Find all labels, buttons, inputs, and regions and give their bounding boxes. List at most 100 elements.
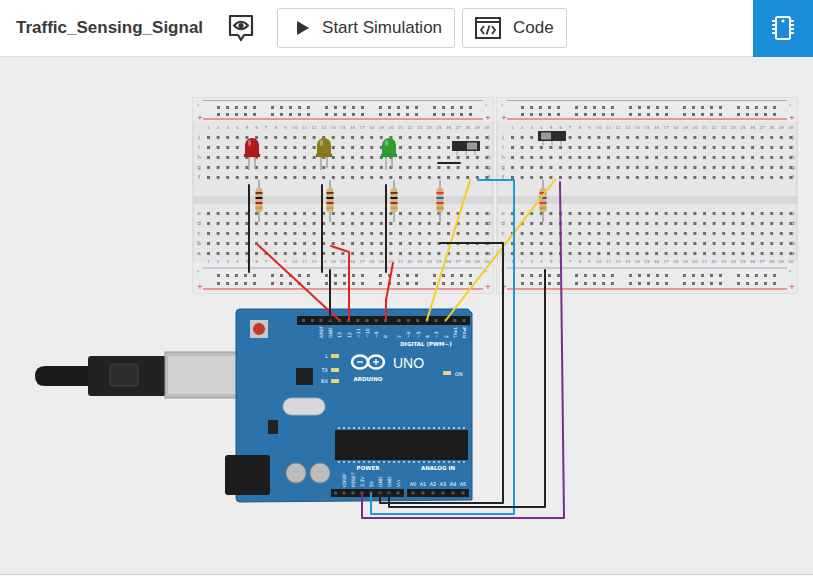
svg-text:24: 24 — [427, 259, 433, 264]
resistor[interactable] — [391, 180, 398, 222]
usb-cable[interactable] — [35, 352, 243, 398]
svg-text:26: 26 — [750, 259, 756, 264]
pin-label: 7 — [397, 335, 402, 338]
pin-label: ~3 — [434, 331, 439, 338]
components-panel-button[interactable] — [753, 0, 813, 57]
svg-text:d: d — [197, 220, 201, 226]
reset-button[interactable] — [250, 320, 268, 338]
arduino-logo-icon — [352, 356, 384, 369]
pin-label: 4 — [425, 335, 430, 338]
indicator-led — [331, 379, 339, 383]
resistor[interactable] — [327, 180, 334, 222]
wire[interactable] — [385, 185, 387, 272]
pin-label: ~10 — [365, 328, 370, 338]
digital-header — [297, 316, 470, 325]
circuit-canvas[interactable]: -+-+-+-+11223344556677889910101111121213… — [0, 57, 813, 575]
svg-text:g: g — [197, 164, 201, 171]
svg-text:30: 30 — [788, 259, 794, 264]
svg-text:8: 8 — [274, 125, 277, 130]
design-title[interactable]: Traffic_Sensing_Signal — [16, 18, 203, 38]
pin-label: AREF — [319, 326, 324, 338]
svg-text:c: c — [791, 230, 794, 236]
svg-text:25: 25 — [436, 259, 442, 264]
slide-switch[interactable] — [538, 131, 566, 145]
resistor[interactable] — [437, 180, 444, 222]
wire[interactable] — [438, 162, 460, 164]
pin-label: 8 — [383, 335, 388, 338]
wire[interactable] — [258, 245, 339, 320]
wire[interactable] — [362, 182, 564, 518]
svg-text:c: c — [197, 230, 200, 236]
svg-text:6: 6 — [559, 125, 562, 130]
svg-text:17: 17 — [664, 125, 670, 130]
power-header — [331, 489, 404, 497]
arduino-uno[interactable]: AREFGND1312~11~10~987~6~54~32TX▸1RX◂0DIG… — [225, 309, 472, 502]
svg-text:g: g — [791, 164, 795, 171]
wire[interactable] — [380, 243, 503, 503]
svg-text:7: 7 — [569, 259, 572, 264]
svg-text:14: 14 — [635, 259, 641, 264]
start-simulation-button[interactable]: Start Simulation — [277, 8, 455, 48]
svg-text:2: 2 — [521, 259, 524, 264]
svg-text:24: 24 — [427, 125, 433, 130]
resistor[interactable] — [256, 180, 263, 222]
breadboard[interactable]: -+-+-+-+11223344556677889910101111121213… — [193, 98, 493, 293]
wire[interactable] — [248, 185, 250, 272]
svg-text:29: 29 — [475, 125, 481, 130]
pin-label: A5 — [460, 481, 467, 487]
svg-text:i: i — [488, 144, 490, 150]
svg-text:9: 9 — [588, 125, 591, 130]
svg-text:12: 12 — [312, 259, 318, 264]
pin-label: ~6 — [406, 331, 411, 338]
svg-text:f: f — [792, 174, 795, 180]
led[interactable] — [316, 138, 332, 170]
svg-text:29: 29 — [779, 259, 785, 264]
resistor[interactable] — [540, 180, 547, 222]
svg-text:9: 9 — [284, 259, 287, 264]
svg-text:c: c — [487, 230, 490, 236]
power-header-label: POWER — [357, 465, 381, 471]
slide-switch[interactable] — [452, 141, 480, 155]
wire[interactable] — [331, 246, 349, 320]
svg-text:i: i — [502, 144, 504, 150]
svg-text:28: 28 — [769, 259, 775, 264]
eye-icon — [226, 12, 256, 44]
svg-text:10: 10 — [292, 259, 298, 264]
svg-text:+: + — [501, 114, 507, 122]
visibility-button[interactable] — [223, 9, 259, 47]
svg-text:b: b — [197, 240, 201, 246]
wire[interactable] — [389, 270, 545, 507]
svg-text:29: 29 — [779, 125, 785, 130]
wire[interactable] — [321, 185, 323, 272]
svg-text:d: d — [487, 220, 491, 226]
svg-text:27: 27 — [760, 125, 766, 130]
svg-text:18: 18 — [369, 125, 375, 130]
svg-text:15: 15 — [644, 259, 650, 264]
svg-text:d: d — [501, 220, 505, 226]
pin-label: 12 — [347, 332, 352, 338]
led[interactable] — [381, 138, 397, 170]
wire[interactable] — [386, 263, 393, 320]
svg-text:c: c — [501, 230, 504, 236]
code-button[interactable]: Code — [462, 8, 567, 48]
power-led — [443, 371, 451, 375]
wire[interactable] — [329, 270, 331, 320]
svg-text:7: 7 — [265, 259, 268, 264]
pin-label: IOREF — [342, 473, 347, 487]
svg-text:16: 16 — [654, 259, 660, 264]
wire[interactable] — [446, 180, 555, 320]
svg-text:18: 18 — [673, 125, 679, 130]
pin-label: 3.3V — [360, 476, 365, 487]
power-jack — [225, 455, 270, 495]
svg-text:7: 7 — [569, 125, 572, 130]
wire[interactable] — [371, 180, 514, 514]
svg-text:+: + — [789, 283, 795, 291]
svg-text:19: 19 — [683, 125, 689, 130]
svg-text:g: g — [487, 164, 491, 171]
svg-text:17: 17 — [360, 125, 366, 130]
svg-text:28: 28 — [769, 125, 775, 130]
svg-text:a: a — [791, 250, 794, 256]
svg-text:14: 14 — [635, 125, 641, 130]
led[interactable] — [244, 138, 260, 170]
svg-text:19: 19 — [379, 125, 385, 130]
